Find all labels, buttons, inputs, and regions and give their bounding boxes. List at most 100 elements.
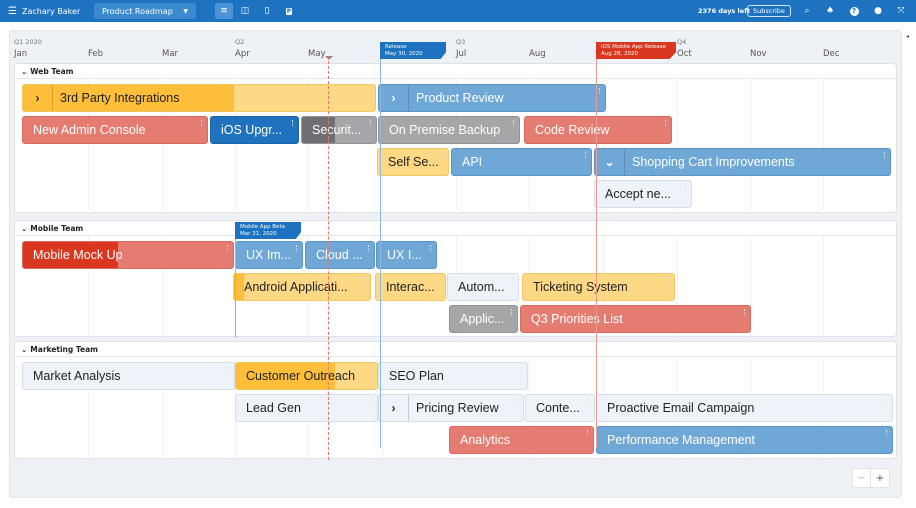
milestone-mobile-beta[interactable]: Mobile App Beta Mar 31, 2020: [235, 222, 301, 239]
drag-handle-icon[interactable]: [886, 398, 888, 404]
drag-handle-icon[interactable]: [370, 120, 372, 126]
roadmap-bar-customer-outreach[interactable]: Customer Outreach: [235, 362, 378, 390]
roadmap-bar-3rd-party-integrations[interactable]: › 3rd Party Integrations: [22, 84, 376, 112]
bell-icon[interactable]: ♠: [823, 0, 837, 22]
bar-label: Analytics: [460, 433, 511, 447]
roadmap-bar-analytics[interactable]: Analytics: [449, 426, 594, 454]
zoom-out-button[interactable]: −: [853, 469, 871, 487]
drag-handle-icon[interactable]: [521, 366, 523, 372]
milestone-ios-release[interactable]: iOS Mobile App Release Aug 28, 2020: [596, 42, 676, 59]
drag-handle-icon[interactable]: [588, 398, 590, 404]
roadmap-bar-new-admin-console[interactable]: New Admin Console: [22, 116, 208, 144]
group-title: Mobile Team: [30, 223, 84, 233]
roadmap-bar-code-review[interactable]: Code Review: [524, 116, 672, 144]
bar-label: Interac...: [386, 280, 435, 294]
roadmap-bar-q3-priorities-list[interactable]: Q3 Priorities List: [520, 305, 751, 333]
bar-label: Self Se...: [388, 155, 439, 169]
chevron-right-icon[interactable]: ›: [23, 85, 53, 111]
drag-handle-icon[interactable]: [511, 309, 513, 315]
milestone-title: iOS Mobile App Release: [601, 44, 666, 50]
group-header[interactable]: ⌄ Web Team: [15, 64, 896, 79]
group-header[interactable]: ⌄ Marketing Team: [15, 342, 896, 357]
bar-label: Mobile Mock Up: [33, 248, 123, 262]
planner-view-button[interactable]: P: [280, 3, 298, 19]
search-icon[interactable]: ⌕: [800, 0, 814, 22]
drag-handle-icon[interactable]: [371, 366, 373, 372]
drag-handle-icon[interactable]: [364, 277, 366, 283]
roadmap-bar-securit[interactable]: Securit...: [301, 116, 377, 144]
drag-handle-icon[interactable]: [513, 120, 515, 126]
drag-handle-icon[interactable]: [439, 277, 441, 283]
drag-handle-icon[interactable]: [512, 277, 514, 283]
clipboard-view-button[interactable]: ▯: [258, 3, 276, 19]
roadmap-bar-seo-plan[interactable]: SEO Plan: [378, 362, 528, 390]
drag-handle-icon[interactable]: [685, 184, 687, 190]
drag-handle-icon[interactable]: [368, 245, 370, 251]
drag-handle-icon[interactable]: [292, 120, 294, 126]
drag-handle-icon[interactable]: [668, 277, 670, 283]
roadmap-bar-proactive-email-campaign[interactable]: Proactive Email Campaign: [596, 394, 893, 422]
roadmap-bar-on-premise-backup[interactable]: On Premise Backup: [378, 116, 520, 144]
month-label: Mar: [162, 49, 179, 59]
chevron-right-icon[interactable]: ›: [379, 85, 409, 111]
drag-handle-icon[interactable]: [585, 152, 587, 158]
fullscreen-icon[interactable]: ⤧: [894, 0, 908, 22]
help-icon[interactable]: ?: [847, 0, 861, 22]
drag-handle-icon[interactable]: [665, 120, 667, 126]
drag-handle-icon[interactable]: [430, 245, 432, 251]
drag-handle-icon[interactable]: [884, 152, 886, 158]
group-header[interactable]: ⌄ Mobile Team: [15, 221, 896, 236]
subscribe-button[interactable]: Subscribe: [747, 5, 791, 17]
roadmap-bar-conte[interactable]: Conte...: [525, 394, 595, 422]
milestone-date: May 30, 2020: [385, 51, 423, 57]
month-gridline: [823, 236, 824, 337]
drag-handle-icon[interactable]: [886, 430, 888, 436]
roadmap-bar-ticketing-system[interactable]: Ticketing System: [522, 273, 675, 301]
roadmap-select[interactable]: Product Roadmap ▼: [94, 3, 196, 19]
bar-label: Q3 Priorities List: [531, 312, 623, 326]
chevron-down-icon[interactable]: ⌄: [595, 149, 625, 175]
drag-handle-icon[interactable]: [371, 398, 373, 404]
drag-handle-icon[interactable]: [517, 398, 519, 404]
user-name: Zachary Baker: [21, 6, 81, 16]
roadmap-bar-product-review[interactable]: › Product Review: [378, 84, 606, 112]
roadmap-bar-applic[interactable]: Applic...: [449, 305, 518, 333]
drag-handle-icon[interactable]: [228, 366, 230, 372]
zoom-in-button[interactable]: +: [871, 469, 889, 487]
bar-label: Cloud ...: [316, 248, 363, 262]
roadmap-bar-cloud[interactable]: Cloud ...: [305, 241, 375, 269]
roadmap-bar-self-se[interactable]: Self Se...: [377, 148, 449, 176]
roadmap-bar-ux-im[interactable]: UX Im...: [235, 241, 303, 269]
drag-handle-icon[interactable]: [442, 152, 444, 158]
drag-handle-icon[interactable]: [599, 88, 601, 94]
roadmap-bar-shopping-cart-improvements[interactable]: ⌄ Shopping Cart Improvements: [594, 148, 891, 176]
drag-handle-icon[interactable]: [744, 309, 746, 315]
roadmap-bar-ios-upgr[interactable]: iOS Upgr...: [210, 116, 299, 144]
timeline-view-button[interactable]: ≡: [215, 3, 233, 19]
roadmap-bar-android-applicati[interactable]: Android Applicati...: [233, 273, 371, 301]
menu-icon: ☰: [8, 5, 17, 17]
milestone-release[interactable]: Release May 30, 2020: [380, 42, 446, 59]
chevron-right-icon[interactable]: ›: [379, 395, 409, 421]
roadmap-bar-mobile-mock-up[interactable]: Mobile Mock Up: [22, 241, 234, 269]
drag-handle-icon[interactable]: [587, 430, 589, 436]
user-menu[interactable]: ☰ Zachary Baker: [8, 0, 80, 22]
roadmap-bar-ux-i[interactable]: UX I...: [376, 241, 437, 269]
roadmap-bar-pricing-review[interactable]: › Pricing Review: [378, 394, 524, 422]
bar-label: Proactive Email Campaign: [607, 401, 755, 415]
roadmap-bar-performance-management[interactable]: Performance Management: [596, 426, 893, 454]
user-icon[interactable]: ●: [871, 0, 885, 22]
columns-view-button[interactable]: ◫: [236, 3, 254, 19]
roadmap-bar-autom[interactable]: Autom...: [447, 273, 519, 301]
collapse-panel-icon[interactable]: ◂: [906, 33, 909, 40]
roadmap-bar-lead-gen[interactable]: Lead Gen: [235, 394, 378, 422]
drag-handle-icon[interactable]: [296, 245, 298, 251]
roadmap-bar-market-analysis[interactable]: Market Analysis: [22, 362, 235, 390]
roadmap-bar-interac[interactable]: Interac...: [375, 273, 446, 301]
drag-handle-icon[interactable]: [201, 120, 203, 126]
drag-handle-icon[interactable]: [227, 245, 229, 251]
bar-label: Applic...: [460, 312, 505, 326]
roadmap-bar-api[interactable]: API: [451, 148, 592, 176]
roadmap-bar-accept-ne[interactable]: Accept ne...: [594, 180, 692, 208]
drag-handle-icon[interactable]: [369, 88, 371, 94]
